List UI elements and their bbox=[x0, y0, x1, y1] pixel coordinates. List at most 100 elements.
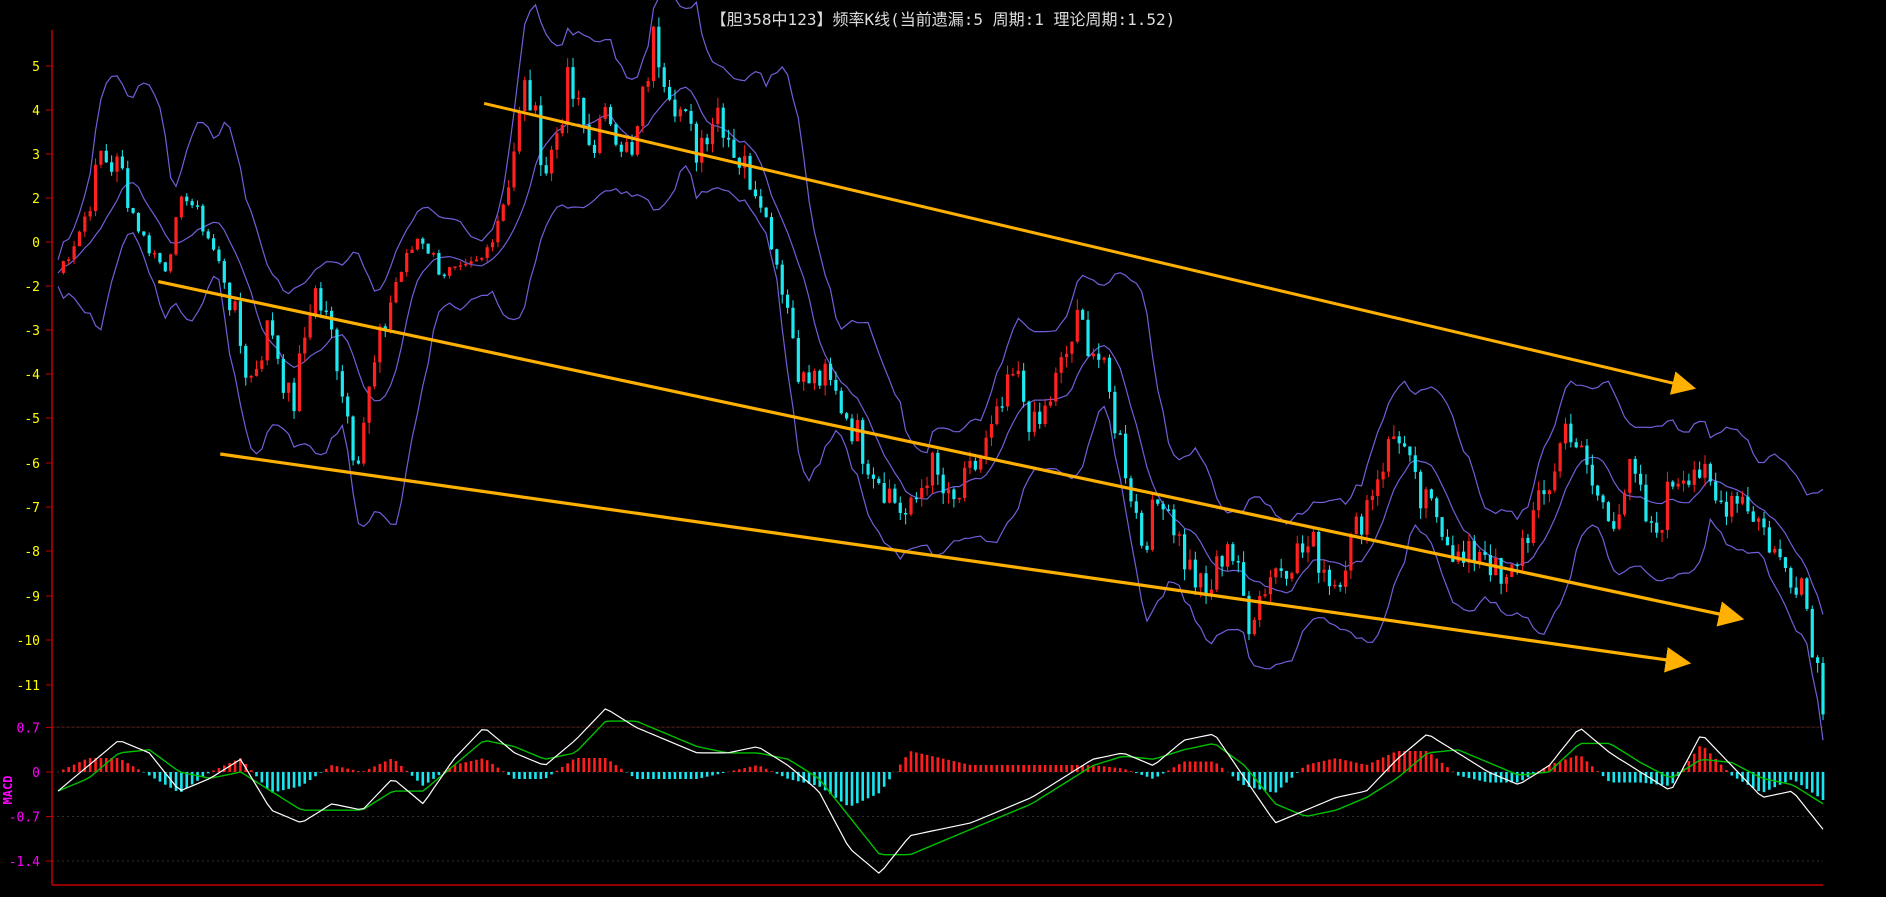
candle-body bbox=[1638, 473, 1643, 485]
candle bbox=[1402, 435, 1407, 448]
candle bbox=[1000, 396, 1004, 413]
candle-body bbox=[474, 259, 479, 262]
candle-body bbox=[426, 243, 430, 254]
candle bbox=[721, 103, 725, 148]
candle bbox=[1204, 565, 1208, 604]
candle bbox=[1563, 417, 1568, 450]
candle-body bbox=[313, 288, 318, 315]
candle bbox=[1660, 529, 1664, 543]
candle-body bbox=[1655, 522, 1659, 533]
y-tick-label: 3 bbox=[32, 148, 40, 163]
candle bbox=[458, 261, 462, 271]
candle-body bbox=[1376, 479, 1380, 496]
candle-body bbox=[1123, 433, 1128, 479]
candle-body bbox=[1660, 530, 1664, 533]
candle-body bbox=[158, 253, 162, 263]
candle-body bbox=[179, 196, 183, 218]
candle bbox=[1456, 544, 1460, 565]
candle-body bbox=[973, 460, 977, 470]
candle bbox=[1757, 516, 1761, 531]
candle bbox=[694, 121, 699, 172]
candle bbox=[1059, 351, 1063, 384]
candle-body bbox=[120, 156, 124, 169]
candle-body bbox=[1746, 496, 1750, 512]
candle bbox=[1655, 511, 1659, 538]
candle bbox=[110, 155, 114, 176]
candle-body bbox=[222, 261, 226, 283]
candle-body bbox=[126, 168, 130, 208]
candle-body bbox=[1343, 570, 1348, 587]
candle-body bbox=[1317, 531, 1321, 573]
candle-body bbox=[995, 406, 999, 425]
candle-body bbox=[1563, 423, 1568, 444]
candle-body bbox=[507, 187, 511, 205]
candle bbox=[496, 215, 500, 248]
candle-body bbox=[469, 261, 473, 264]
candle bbox=[195, 200, 200, 210]
candle-body bbox=[1161, 503, 1165, 510]
candle bbox=[1279, 558, 1283, 578]
candle-body bbox=[544, 165, 548, 174]
candle-body bbox=[389, 302, 393, 330]
candle bbox=[1123, 425, 1128, 484]
candle-body bbox=[560, 125, 564, 134]
candle bbox=[507, 179, 511, 207]
candle-body bbox=[1526, 537, 1530, 544]
candle-body bbox=[1075, 309, 1079, 342]
candle-body bbox=[421, 238, 425, 244]
candle-body bbox=[110, 162, 114, 172]
candle bbox=[1579, 440, 1584, 448]
candle bbox=[925, 476, 929, 496]
candle bbox=[426, 243, 430, 254]
candle bbox=[1553, 463, 1557, 493]
y-tick-label: -5 bbox=[24, 412, 40, 427]
candle-body bbox=[1531, 510, 1535, 544]
candle-body bbox=[324, 310, 328, 313]
candle-body bbox=[399, 271, 403, 282]
candle bbox=[174, 216, 178, 257]
candle-body bbox=[276, 335, 280, 359]
candle-body bbox=[1558, 443, 1562, 472]
candle-body bbox=[169, 254, 173, 272]
candle-body bbox=[1751, 511, 1755, 522]
candle-body bbox=[1499, 557, 1503, 584]
candle bbox=[1134, 493, 1138, 519]
candle-body bbox=[523, 80, 527, 112]
candle bbox=[1038, 402, 1042, 429]
candle bbox=[340, 364, 344, 404]
candle bbox=[61, 260, 65, 275]
candle-body bbox=[968, 460, 972, 468]
candle-body bbox=[1064, 353, 1069, 358]
candle bbox=[1773, 545, 1777, 555]
candle-body bbox=[1687, 480, 1691, 485]
candle bbox=[453, 266, 457, 271]
candle-body bbox=[1059, 357, 1063, 373]
y-tick-label: -7 bbox=[24, 501, 40, 516]
candle-body bbox=[1757, 518, 1761, 522]
candle bbox=[1445, 529, 1450, 546]
candle-body bbox=[684, 109, 688, 111]
candle-body bbox=[1590, 464, 1594, 486]
candle bbox=[1703, 455, 1707, 487]
candle bbox=[1252, 617, 1256, 636]
candle-body bbox=[1349, 534, 1353, 571]
candle-body bbox=[1515, 564, 1519, 566]
trend-arrow bbox=[157, 280, 1745, 627]
candle-body bbox=[1145, 545, 1149, 550]
candle bbox=[206, 228, 210, 240]
candle-body bbox=[1773, 548, 1777, 553]
candle-body bbox=[812, 370, 817, 384]
candle-body bbox=[340, 371, 344, 397]
candle bbox=[1070, 341, 1074, 363]
candle bbox=[254, 360, 259, 377]
candle-body bbox=[1606, 502, 1611, 522]
candle-body bbox=[405, 252, 409, 272]
candle-body bbox=[780, 264, 784, 295]
candle-body bbox=[1070, 341, 1074, 354]
candle-body bbox=[1799, 578, 1804, 595]
candle-body bbox=[335, 329, 339, 372]
candle-body bbox=[861, 420, 865, 464]
candle-body bbox=[1091, 353, 1095, 357]
y-tick-label: 5 bbox=[32, 60, 40, 75]
candle-body bbox=[1381, 471, 1385, 480]
